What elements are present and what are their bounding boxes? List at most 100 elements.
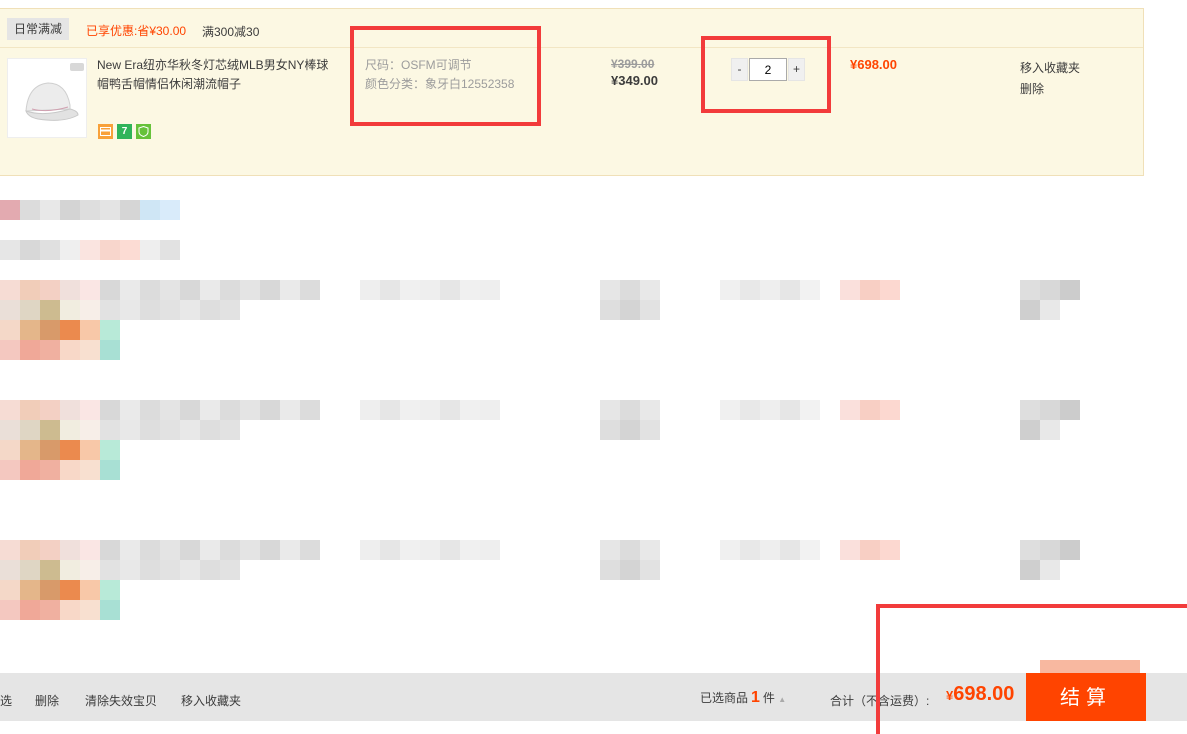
mosaic-tile bbox=[20, 580, 40, 600]
mosaic-tile bbox=[620, 420, 640, 440]
delete-item-link[interactable]: 删除 bbox=[1020, 79, 1080, 100]
mosaic-tile bbox=[80, 280, 100, 300]
select-all-link[interactable]: 选 bbox=[0, 692, 12, 709]
mosaic-tile bbox=[160, 300, 180, 320]
mosaic-tile bbox=[0, 460, 20, 480]
mosaic-tile bbox=[420, 540, 440, 560]
mosaic-tile bbox=[600, 540, 620, 560]
mosaic-tile bbox=[60, 540, 80, 560]
move-to-favorites-footer-link[interactable]: 移入收藏夹 bbox=[181, 692, 241, 709]
mosaic-tile bbox=[60, 280, 80, 300]
mosaic-tile bbox=[120, 420, 140, 440]
mosaic-tile bbox=[840, 540, 860, 560]
mosaic-tile bbox=[740, 540, 760, 560]
mosaic-tile bbox=[60, 320, 80, 340]
move-to-favorites-link[interactable]: 移入收藏夹 bbox=[1020, 58, 1080, 79]
mosaic-tile bbox=[0, 560, 20, 580]
mosaic-tile bbox=[40, 460, 60, 480]
mosaic-tile bbox=[220, 540, 240, 560]
mosaic-tile bbox=[140, 540, 160, 560]
mosaic-tile bbox=[1020, 400, 1040, 420]
mosaic-tile bbox=[140, 280, 160, 300]
mosaic-tile bbox=[440, 540, 460, 560]
mosaic-tile bbox=[440, 400, 460, 420]
annotation-frame-sku bbox=[350, 26, 541, 126]
mosaic-tile bbox=[80, 560, 100, 580]
mosaic-tile bbox=[60, 460, 80, 480]
mosaic-tile bbox=[0, 200, 20, 220]
mosaic-tile bbox=[880, 280, 900, 300]
mosaic-tile bbox=[20, 420, 40, 440]
mosaic-tile bbox=[880, 540, 900, 560]
mosaic-tile bbox=[60, 240, 80, 260]
mosaic-tile bbox=[20, 560, 40, 580]
mosaic-tile bbox=[1040, 300, 1060, 320]
product-thumbnail[interactable] bbox=[7, 58, 87, 138]
shield-icon[interactable] bbox=[136, 124, 151, 139]
card-icon[interactable] bbox=[98, 124, 113, 139]
mosaic-tile bbox=[260, 540, 280, 560]
mosaic-tile bbox=[800, 280, 820, 300]
mosaic-tile bbox=[140, 200, 160, 220]
mosaic-tile bbox=[0, 540, 20, 560]
mosaic-tile bbox=[120, 280, 140, 300]
mosaic-tile bbox=[140, 300, 160, 320]
mosaic-tile bbox=[0, 280, 20, 300]
baseball-cap-icon bbox=[25, 63, 84, 121]
mosaic-tile bbox=[220, 420, 240, 440]
delete-selected-link[interactable]: 删除 bbox=[35, 692, 59, 709]
mosaic-tile bbox=[180, 560, 200, 580]
mosaic-tile bbox=[100, 320, 120, 340]
mosaic-tile bbox=[40, 280, 60, 300]
mosaic-tile bbox=[100, 580, 120, 600]
mosaic-tile bbox=[240, 540, 260, 560]
mosaic-tile bbox=[80, 320, 100, 340]
mosaic-tile bbox=[240, 400, 260, 420]
mosaic-tile bbox=[40, 200, 60, 220]
mosaic-tile bbox=[0, 400, 20, 420]
mosaic-tile bbox=[60, 420, 80, 440]
mosaic-tile bbox=[60, 300, 80, 320]
mosaic-tile bbox=[460, 280, 480, 300]
mosaic-tile bbox=[120, 300, 140, 320]
mosaic-tile bbox=[600, 400, 620, 420]
mosaic-tile bbox=[80, 400, 100, 420]
mosaic-tile bbox=[1040, 400, 1060, 420]
mosaic-tile bbox=[380, 400, 400, 420]
mosaic-tile bbox=[80, 440, 100, 460]
mosaic-tile bbox=[840, 280, 860, 300]
mosaic-tile bbox=[740, 280, 760, 300]
mosaic-tile bbox=[200, 560, 220, 580]
mosaic-tile bbox=[1040, 420, 1060, 440]
selected-count[interactable]: 已选商品 1 件 ▲ bbox=[700, 689, 786, 707]
mosaic-tile bbox=[780, 280, 800, 300]
annotation-frame-checkout bbox=[876, 604, 1187, 734]
mosaic-tile bbox=[20, 460, 40, 480]
mosaic-tile bbox=[480, 400, 500, 420]
mosaic-tile bbox=[360, 280, 380, 300]
mosaic-tile bbox=[0, 300, 20, 320]
seven-day-return-icon[interactable]: 7 bbox=[117, 124, 132, 139]
mosaic-tile bbox=[80, 580, 100, 600]
mosaic-tile bbox=[280, 400, 300, 420]
mosaic-tile bbox=[360, 400, 380, 420]
mosaic-tile bbox=[20, 340, 40, 360]
mosaic-tile bbox=[40, 440, 60, 460]
clear-invalid-link[interactable]: 清除失效宝贝 bbox=[85, 692, 157, 709]
mosaic-tile bbox=[760, 280, 780, 300]
mosaic-tile bbox=[180, 280, 200, 300]
mosaic-tile bbox=[860, 400, 880, 420]
mosaic-tile bbox=[220, 280, 240, 300]
mosaic-tile bbox=[1020, 540, 1040, 560]
mosaic-tile bbox=[640, 560, 660, 580]
mosaic-tile bbox=[1060, 400, 1080, 420]
mosaic-tile bbox=[200, 280, 220, 300]
mosaic-tile bbox=[80, 460, 100, 480]
mosaic-tile bbox=[60, 400, 80, 420]
mosaic-tile bbox=[120, 560, 140, 580]
selected-suffix: 件 bbox=[762, 691, 775, 705]
mosaic-tile bbox=[100, 200, 120, 220]
product-title-link[interactable]: New Era纽亦华秋冬灯芯绒MLB男女NY棒球帽鸭舌帽情侣休闲潮流帽子 bbox=[97, 56, 332, 94]
promo-rule-link[interactable]: 满300减30 bbox=[202, 23, 259, 40]
mosaic-tile bbox=[140, 560, 160, 580]
